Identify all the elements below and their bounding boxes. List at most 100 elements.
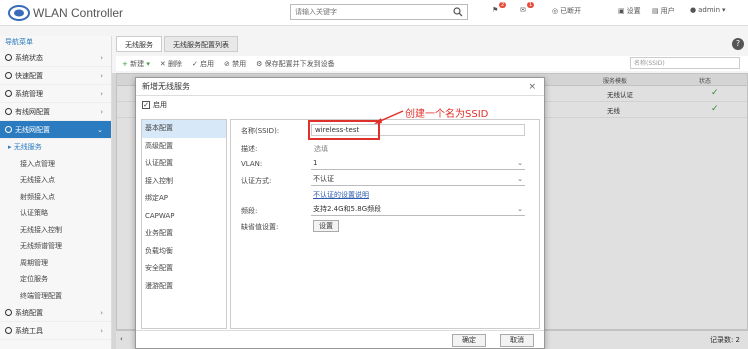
notice-button[interactable]: ◎ 已断开: [552, 6, 581, 16]
user-menu[interactable]: ● admin ▾: [690, 6, 726, 14]
quick-icon: [5, 72, 12, 79]
sidebar-sub-item[interactable]: 周期管理: [0, 255, 111, 272]
system-icon: [5, 90, 12, 97]
settings-button[interactable]: ▣ 设置: [618, 6, 641, 16]
enable-checkbox[interactable]: ✓ 启用: [142, 100, 167, 110]
chevron-down-icon: ⌄: [517, 175, 523, 183]
settings-label: 设置: [626, 7, 641, 15]
sidebar: 导航菜单 系统状态 › 快速配置 › 系统管理 › 有线网配置 › 无线网配置 ⌄ ▸ 无…: [0, 36, 112, 349]
tab-bar: 无线服务 无线服务配置列表: [116, 36, 240, 52]
search-icon[interactable]: [453, 7, 463, 17]
band-select[interactable]: 支持2.4G和5.8G频段 ⌄: [311, 204, 525, 216]
sidebar-item-wireless[interactable]: 无线网配置 ⌄: [0, 121, 111, 139]
global-search[interactable]: [290, 4, 468, 20]
app-title: WLAN Controller: [33, 6, 124, 20]
sidebar-item-system[interactable]: 系统管理 ›: [0, 85, 111, 103]
sidebar-item-label: 快速配置: [15, 71, 43, 80]
config-icon: [5, 309, 12, 316]
tab-wireless-service[interactable]: 无线服务: [116, 36, 162, 52]
user-icon: ●: [690, 6, 697, 14]
sidebar-sub-item[interactable]: 无线频谱管理: [0, 238, 111, 255]
settings-icon: ▣: [618, 7, 625, 15]
chevron-right-icon: ›: [100, 72, 103, 80]
chevron-down-icon: ⌄: [517, 205, 523, 213]
sidebar-sub-item[interactable]: 定位服务: [0, 271, 111, 288]
sidebar-item-sysconfig[interactable]: 系统配置 ›: [0, 304, 111, 322]
annotation-text: 创建一个名为SSID: [405, 109, 489, 120]
basic-config-form: 名称(SSID): wireless-test 描述: 选填 VLAN: 1 ⌄ …: [230, 119, 540, 329]
nav-item[interactable]: 漫游配置: [142, 278, 226, 296]
sidebar-item-wired[interactable]: 有线网配置 ›: [0, 103, 111, 121]
nav-item-basic[interactable]: 基本配置: [142, 120, 226, 138]
delete-button[interactable]: ✕ 删除: [160, 59, 182, 69]
wireless-icon: [5, 126, 12, 133]
cancel-button[interactable]: 取消: [500, 334, 534, 347]
nav-item[interactable]: 业务配置: [142, 225, 226, 243]
sidebar-item-status[interactable]: 系统状态 ›: [0, 49, 111, 67]
mail-icon: ✉: [520, 6, 526, 14]
ssid-label: 名称(SSID):: [241, 127, 280, 135]
sidebar-sub-item[interactable]: 无线接入点: [0, 172, 111, 189]
ok-button[interactable]: 确定: [452, 334, 486, 347]
sub-item-label: 无线服务: [13, 143, 42, 151]
auth-help-link[interactable]: 不认证的设置说明: [313, 190, 369, 200]
delete-label: 删除: [167, 59, 182, 68]
default-set-button[interactable]: 设置: [313, 220, 339, 232]
close-icon[interactable]: ×: [528, 78, 536, 96]
band-value: 支持2.4G和5.8G频段: [313, 205, 382, 213]
ssid-search-input[interactable]: 名称(SSID): [630, 57, 740, 69]
sidebar-header: 导航菜单: [5, 38, 33, 46]
vlan-value: 1: [313, 159, 318, 167]
enable-label: 启用: [200, 59, 215, 68]
dialog-nav: 基本配置 高级配置 认证配置 接入控制 绑定AP CAPWAP 业务配置 负载均…: [141, 119, 227, 329]
sidebar-sub-item[interactable]: 接入点管理: [0, 156, 111, 173]
checkbox-icon[interactable]: ✓: [142, 101, 150, 109]
save-deploy-button[interactable]: ⚙ 保存配置并下发到设备: [256, 59, 335, 69]
sidebar-item-tools[interactable]: 系统工具 ›: [0, 322, 111, 340]
tab-service-list[interactable]: 无线服务配置列表: [164, 36, 238, 52]
nav-item[interactable]: 接入控制: [142, 173, 226, 191]
alert-badge: 2: [499, 2, 507, 8]
desc-value[interactable]: 选填: [314, 144, 328, 154]
annotation-arrow-icon: [374, 110, 404, 124]
sidebar-sub-item[interactable]: ▸ 无线服务: [0, 139, 111, 156]
sidebar-sub-item[interactable]: 认证策略: [0, 205, 111, 222]
sidebar-sub-item[interactable]: 终端管理配置: [0, 288, 111, 305]
nav-item[interactable]: CAPWAP: [142, 208, 226, 226]
search-input[interactable]: [291, 5, 441, 19]
sidebar-item-label: 有线网配置: [15, 107, 50, 116]
help-icon[interactable]: ?: [732, 38, 744, 50]
message-button[interactable]: ✉ 1: [520, 2, 535, 14]
chevron-right-icon: ›: [100, 309, 103, 317]
sidebar-sub-item[interactable]: 射频接入点: [0, 189, 111, 206]
message-badge: 1: [527, 2, 535, 8]
sidebar-item-label: 无线网配置: [15, 125, 50, 134]
sidebar-sub-item[interactable]: 无线接入控制: [0, 222, 111, 239]
vlan-label: VLAN:: [241, 160, 263, 168]
add-button[interactable]: + 新建 ▾: [122, 59, 150, 69]
auth-label: 认证方式:: [241, 177, 272, 185]
chevron-down-icon: ⌄: [97, 126, 103, 134]
sidebar-item-label: 系统配置: [15, 308, 43, 317]
vlan-select[interactable]: 1 ⌄: [311, 158, 525, 170]
user-name: admin: [698, 6, 721, 14]
nav-item[interactable]: 认证配置: [142, 155, 226, 173]
dialog-title-text: 新增无线服务: [142, 82, 190, 91]
nav-item[interactable]: 安全配置: [142, 260, 226, 278]
users-label: 用户: [660, 7, 675, 15]
users-icon: ▤: [652, 7, 659, 15]
auth-value: 不认证: [313, 175, 334, 183]
users-button[interactable]: ▤ 用户: [652, 6, 675, 16]
alert-icon: ⚑: [492, 6, 499, 14]
auth-select[interactable]: 不认证 ⌄: [311, 174, 525, 186]
nav-item[interactable]: 高级配置: [142, 138, 226, 156]
disable-button[interactable]: ⊘ 禁用: [224, 59, 246, 69]
enable-button[interactable]: ✓ 启用: [192, 59, 214, 69]
nav-item[interactable]: 绑定AP: [142, 190, 226, 208]
sidebar-item-quick[interactable]: 快速配置 ›: [0, 67, 111, 85]
tools-icon: [5, 327, 12, 334]
chevron-down-icon: ⌄: [517, 159, 523, 167]
alert-button[interactable]: ⚑ 2: [492, 2, 507, 14]
nav-item[interactable]: 负载均衡: [142, 243, 226, 261]
top-bar: WLAN Controller ⚑2 ✉1 ◎已断开 ▣设置 ▤用户 ●admi…: [0, 0, 748, 26]
